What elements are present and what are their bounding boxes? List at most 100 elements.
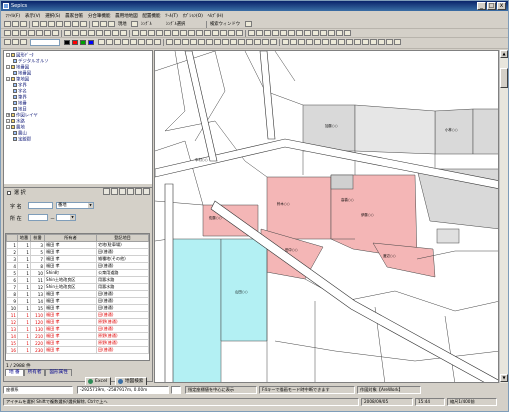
table-row[interactable]: 13 1 130 福田 孝田(普通) bbox=[6, 325, 149, 333]
cut-icon[interactable] bbox=[92, 21, 99, 27]
symbol-6-icon[interactable] bbox=[206, 39, 213, 45]
symbol-9-icon[interactable] bbox=[230, 39, 237, 45]
search-panel-checkbox[interactable] bbox=[7, 191, 11, 195]
pointer-icon[interactable] bbox=[4, 39, 11, 45]
collapse-icon[interactable]: - bbox=[6, 77, 10, 81]
draw-polyline-icon[interactable] bbox=[256, 30, 263, 36]
copy-icon[interactable] bbox=[100, 21, 107, 27]
export-icon[interactable] bbox=[164, 30, 171, 36]
menu-options[interactable]: ｵﾌﾟｼｮﾝ(O) bbox=[180, 13, 205, 19]
table-row[interactable]: 16 1 230 福田 孝田(普通) bbox=[6, 346, 149, 354]
draw-copy-icon[interactable] bbox=[344, 30, 351, 36]
table-row[interactable]: 15 1 220 福田 孝原野(普通) bbox=[6, 339, 149, 347]
magnify-icon[interactable] bbox=[20, 39, 27, 45]
settings-icon[interactable] bbox=[180, 30, 187, 36]
menu-tools[interactable]: ﾂｰﾙ(T) bbox=[163, 13, 180, 19]
hand-icon[interactable] bbox=[12, 39, 19, 45]
north-arrow-icon[interactable] bbox=[220, 30, 227, 36]
hatch-icon[interactable] bbox=[122, 39, 129, 45]
tree-item[interactable]: 宝飯郡 bbox=[13, 137, 31, 143]
collapse-icon[interactable]: - bbox=[6, 53, 10, 57]
symbol-2-icon[interactable] bbox=[174, 39, 181, 45]
grid-header-sublot[interactable]: 枝番 bbox=[30, 234, 45, 242]
draw-chamfer-icon[interactable] bbox=[328, 30, 335, 36]
attr-icon[interactable] bbox=[132, 30, 139, 36]
field1-input[interactable] bbox=[28, 202, 53, 209]
italic-icon[interactable] bbox=[146, 39, 153, 45]
maximize-button[interactable]: □ bbox=[487, 2, 496, 10]
arrow-line-13-icon[interactable] bbox=[378, 39, 385, 45]
paste-icon[interactable] bbox=[108, 21, 115, 27]
symbol-8-icon[interactable] bbox=[222, 39, 229, 45]
chart-icon[interactable] bbox=[148, 30, 155, 36]
circle-tool-icon[interactable] bbox=[4, 30, 11, 36]
field2-combo[interactable]: ▼ bbox=[56, 214, 76, 221]
field2-input[interactable] bbox=[28, 214, 48, 221]
expand-icon[interactable]: + bbox=[6, 113, 10, 117]
table-row[interactable]: 11 1 110 福田 孝田(普通) bbox=[6, 311, 149, 319]
snap-icon[interactable] bbox=[196, 30, 203, 36]
table-row[interactable]: 3 1 7 福田 孝雑種地(その他) bbox=[6, 255, 149, 263]
undo-icon[interactable] bbox=[28, 30, 35, 36]
toolbar-label-single[interactable]: ｼﾝｸﾞﾙ bbox=[141, 21, 152, 27]
collapse-icon[interactable]: - bbox=[6, 125, 10, 129]
tab-owner[interactable]: 所有者 bbox=[23, 369, 46, 376]
report-icon[interactable] bbox=[156, 30, 163, 36]
table-row[interactable]: 4 1 8 福田 孝田(普通) bbox=[6, 262, 149, 270]
scroll-up-icon[interactable]: ▲ bbox=[500, 50, 508, 58]
draw-fillet-icon[interactable] bbox=[320, 30, 327, 36]
zoom-out-icon[interactable] bbox=[40, 21, 47, 27]
grid-header-lot[interactable]: 地番 bbox=[17, 234, 31, 242]
menu-farmland-map[interactable]: 農用地地図 bbox=[113, 13, 140, 19]
draw-arc-icon[interactable] bbox=[264, 30, 271, 36]
tab-lot-number[interactable]: 地 番 bbox=[5, 369, 24, 376]
refresh-icon[interactable] bbox=[56, 21, 63, 27]
arrow-line-11-icon[interactable] bbox=[362, 39, 369, 45]
draw-line-icon[interactable] bbox=[248, 30, 255, 36]
select-icon[interactable] bbox=[131, 21, 138, 27]
node-edit-icon[interactable] bbox=[96, 30, 103, 36]
symbol-3-icon[interactable] bbox=[182, 39, 189, 45]
import-icon[interactable] bbox=[172, 30, 179, 36]
print-icon[interactable] bbox=[20, 21, 27, 27]
symbol-12-icon[interactable] bbox=[254, 39, 261, 45]
arrow-line-1-icon[interactable] bbox=[282, 39, 289, 45]
collapse-icon[interactable]: - bbox=[6, 119, 10, 123]
arrow-line-4-icon[interactable] bbox=[306, 39, 313, 45]
menu-farmer-ledger[interactable]: 農家台帳 bbox=[63, 13, 86, 19]
previous-view-icon[interactable] bbox=[72, 21, 79, 27]
parcel-map[interactable]: 佐藤○○ 山田○○ 鈴木○○ 田中○○ 高橋○○ 伊藤○○ 渡辺○○ 中村○○ 小林○○ 加藤○○ bbox=[155, 51, 499, 383]
color-swatch-red[interactable] bbox=[72, 40, 78, 45]
close-button[interactable]: x bbox=[497, 2, 506, 10]
scroll-thumb[interactable] bbox=[500, 68, 508, 88]
table-row[interactable]: 1 1 3 福田 孝宅地(駐車場) bbox=[6, 241, 149, 249]
map-canvas[interactable]: 佐藤○○ 山田○○ 鈴木○○ 田中○○ 高橋○○ 伊藤○○ 渡辺○○ 中村○○ 小林○○ 加藤○○ bbox=[154, 50, 499, 383]
table-row[interactable]: 12 1 120 福田 孝原野(普通) bbox=[6, 318, 149, 326]
full-extent-icon[interactable] bbox=[64, 21, 71, 27]
save-disk-icon[interactable] bbox=[119, 188, 126, 195]
arrow-tool-icon[interactable] bbox=[72, 30, 79, 36]
merge-icon[interactable] bbox=[112, 30, 119, 36]
collapse-icon[interactable]: - bbox=[6, 65, 10, 69]
area-icon[interactable] bbox=[52, 30, 59, 36]
save-icon[interactable] bbox=[12, 21, 19, 27]
arrow-line-7-icon[interactable] bbox=[330, 39, 337, 45]
pan-icon[interactable] bbox=[48, 21, 55, 27]
table-row[interactable]: 2 1 5 福田 孝田(普通) bbox=[6, 248, 149, 256]
new-doc-icon[interactable] bbox=[103, 188, 110, 195]
delete-icon[interactable] bbox=[127, 188, 134, 195]
menu-view[interactable]: 表示(V) bbox=[23, 13, 43, 19]
field1-combo[interactable]: 番地 ▼ bbox=[56, 202, 94, 209]
line-style-icon[interactable] bbox=[98, 39, 105, 45]
symbol-13-icon[interactable] bbox=[262, 39, 269, 45]
symbol-10-icon[interactable] bbox=[238, 39, 245, 45]
rect-tool-icon[interactable] bbox=[12, 30, 19, 36]
menu-parcel-split[interactable]: 分合筆機能 bbox=[85, 13, 112, 19]
line-width-icon[interactable] bbox=[106, 39, 113, 45]
toolbar-label-genchi[interactable]: 現地 bbox=[118, 21, 127, 27]
menu-select[interactable]: 選択(S) bbox=[43, 13, 63, 19]
table-row[interactable]: 8 1 13 福田 孝田(普通) bbox=[6, 290, 149, 298]
menu-file[interactable]: ﾌｧｲﾙ(F) bbox=[3, 13, 23, 19]
redo-icon[interactable] bbox=[36, 30, 43, 36]
table-row[interactable]: 14 1 210 福田 孝原野(普通) bbox=[6, 332, 149, 340]
